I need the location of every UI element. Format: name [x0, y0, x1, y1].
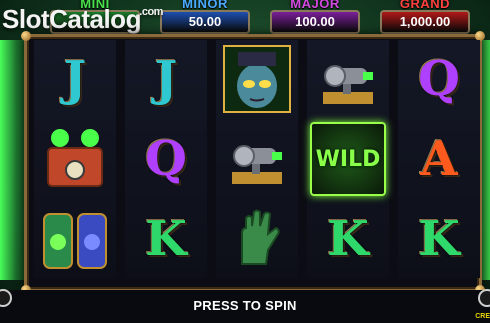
symbol-q: Q	[418, 51, 460, 107]
reel-cell: K	[398, 200, 480, 278]
symbol-creepy-hand	[241, 209, 280, 265]
wild-label: WILD	[315, 146, 381, 172]
symbol-tesla-device	[47, 129, 103, 187]
reel-cell: J	[125, 40, 207, 118]
site-logo: SlotCatalog .com	[2, 4, 163, 35]
reel-cell	[34, 120, 116, 198]
reel-4: WILD K	[307, 40, 389, 278]
reel-cell: K	[307, 200, 389, 278]
symbol-specimen-capsules	[43, 213, 107, 269]
reel-cell: WILD	[307, 120, 389, 198]
jackpot-minor-value: 50.00	[160, 10, 250, 34]
jackpot-minor: 50.00 MINOR	[156, 0, 254, 34]
logo-text: SlotCatalog	[2, 4, 141, 34]
symbol-j: J	[63, 51, 87, 107]
reel-cell	[216, 40, 298, 118]
reel-cell: Q	[125, 120, 207, 198]
reel-1: J	[34, 40, 116, 278]
jackpot-minor-label: MINOR	[182, 0, 228, 11]
jackpot-grand-label: GRAND	[399, 0, 451, 11]
symbol-tesla-cannon	[232, 145, 282, 184]
symbol-j: J	[154, 51, 178, 107]
jackpot-grand-value: 1,000.00	[380, 10, 470, 34]
reel-cell: J	[34, 40, 116, 118]
spin-prompt[interactable]: PRESS TO SPIN	[0, 298, 490, 313]
reel-cell	[216, 120, 298, 198]
jackpot-major-value: 100.00	[270, 10, 360, 34]
symbol-q: Q	[145, 131, 187, 187]
symbol-k: K	[418, 211, 460, 267]
logo-suffix: .com	[139, 6, 163, 18]
rivet	[21, 31, 31, 41]
reel-2: JQK	[125, 40, 207, 278]
symbol-a: A	[420, 131, 458, 187]
reel-3	[216, 40, 298, 278]
credit-label: CRE	[475, 313, 490, 320]
reel-5: QAK	[398, 40, 480, 278]
reel-cell	[34, 200, 116, 278]
reel-cell	[216, 200, 298, 278]
symbol-k: K	[145, 211, 187, 267]
jackpot-grand: 1,000.00 GRAND	[376, 0, 474, 34]
reel-cell: K	[125, 200, 207, 278]
jackpot-major-label: MAJOR	[290, 0, 340, 11]
reel-cell	[307, 40, 389, 118]
reel-cell: A	[398, 120, 480, 198]
jackpot-major: 100.00 MAJOR	[266, 0, 364, 34]
symbol-wild: WILD	[310, 122, 386, 196]
symbol-monster-bride	[223, 45, 291, 113]
reel-cell: Q	[398, 40, 480, 118]
symbol-tesla-cannon	[323, 65, 373, 104]
symbol-k: K	[327, 211, 369, 267]
